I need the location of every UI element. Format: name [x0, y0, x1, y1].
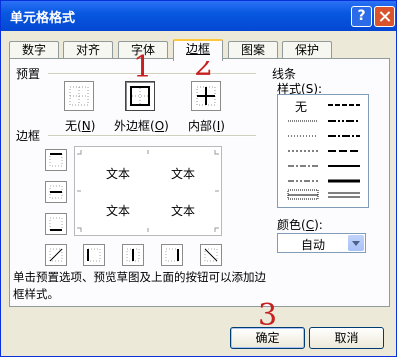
line-color-value: 自动 [300, 238, 325, 252]
preview-cell-text: 文本 [171, 204, 196, 218]
preview-cell-text: 文本 [171, 167, 196, 181]
tab-border[interactable]: 边框 [173, 39, 223, 61]
border-bottom-icon [49, 217, 63, 231]
help-button[interactable]: ? [351, 6, 372, 27]
line-color-select[interactable]: 自动 [277, 233, 366, 253]
border-diagonal-down-button[interactable] [200, 244, 222, 266]
border-middle-vertical-button[interactable] [122, 244, 144, 266]
tab-alignment[interactable]: 对齐 [63, 41, 113, 59]
chevron-down-icon[interactable] [348, 235, 364, 251]
preview-cell-text: 文本 [106, 204, 131, 218]
close-button[interactable] [374, 6, 395, 27]
title-bar[interactable]: 单元格格式 ? [1, 1, 396, 31]
border-divider [48, 135, 256, 137]
dialog-window: 单元格格式 ? 数字 对齐 字体 边框 图案 保护 预置 无(N) 外边框(O)… [0, 0, 397, 357]
preview-corner-marks [77, 150, 219, 232]
tab-number[interactable]: 数字 [9, 41, 59, 59]
annotation-marker-1: 1 [133, 50, 153, 85]
diagonal-up-icon [49, 248, 63, 262]
cancel-button[interactable]: 取消 [309, 327, 384, 349]
preset-inside-button[interactable] [191, 81, 221, 111]
border-middle-horizontal-button[interactable] [45, 181, 67, 203]
line-style-swatches [287, 104, 360, 200]
preview-cell-text: 文本 [106, 167, 131, 181]
preset-inside-icon [196, 86, 216, 106]
border-inner-vertical-icon [126, 248, 140, 262]
preset-outline-icon [130, 86, 150, 106]
preset-none-icon [69, 86, 89, 106]
border-preview[interactable]: 文本 文本 文本 文本 [74, 146, 222, 236]
border-left-button[interactable] [83, 244, 105, 266]
tab-pattern[interactable]: 图案 [228, 41, 278, 59]
preset-inside-label: 内部(I) [188, 119, 225, 133]
border-right-button[interactable] [161, 244, 183, 266]
line-style-list[interactable]: 无 [277, 94, 369, 208]
border-left-icon [87, 248, 101, 262]
border-top-icon [49, 153, 63, 167]
hint-text: 单击预置选项、预览草图及上面的按钮可以添加边框样式。 [13, 270, 266, 301]
tab-protection[interactable]: 保护 [282, 41, 332, 59]
border-bottom-button[interactable] [45, 213, 67, 235]
dialog-title: 单元格格式 [10, 11, 76, 26]
preset-outline-button[interactable] [125, 81, 155, 111]
border-right-icon [165, 248, 179, 262]
preset-none-label: 无(N) [65, 119, 96, 133]
border-top-button[interactable] [45, 149, 67, 171]
ok-button[interactable]: 确定 [230, 327, 305, 349]
border-diagonal-up-button[interactable] [45, 244, 67, 266]
diagonal-down-icon [204, 248, 218, 262]
border-section-label: 边框 [16, 129, 41, 143]
preset-outline-label: 外边框(O) [114, 119, 169, 133]
border-inner-horizontal-icon [49, 185, 63, 199]
line-color-label: 颜色(C): [277, 218, 323, 232]
preset-section-label: 预置 [16, 67, 41, 81]
preset-none-button[interactable] [64, 81, 94, 111]
